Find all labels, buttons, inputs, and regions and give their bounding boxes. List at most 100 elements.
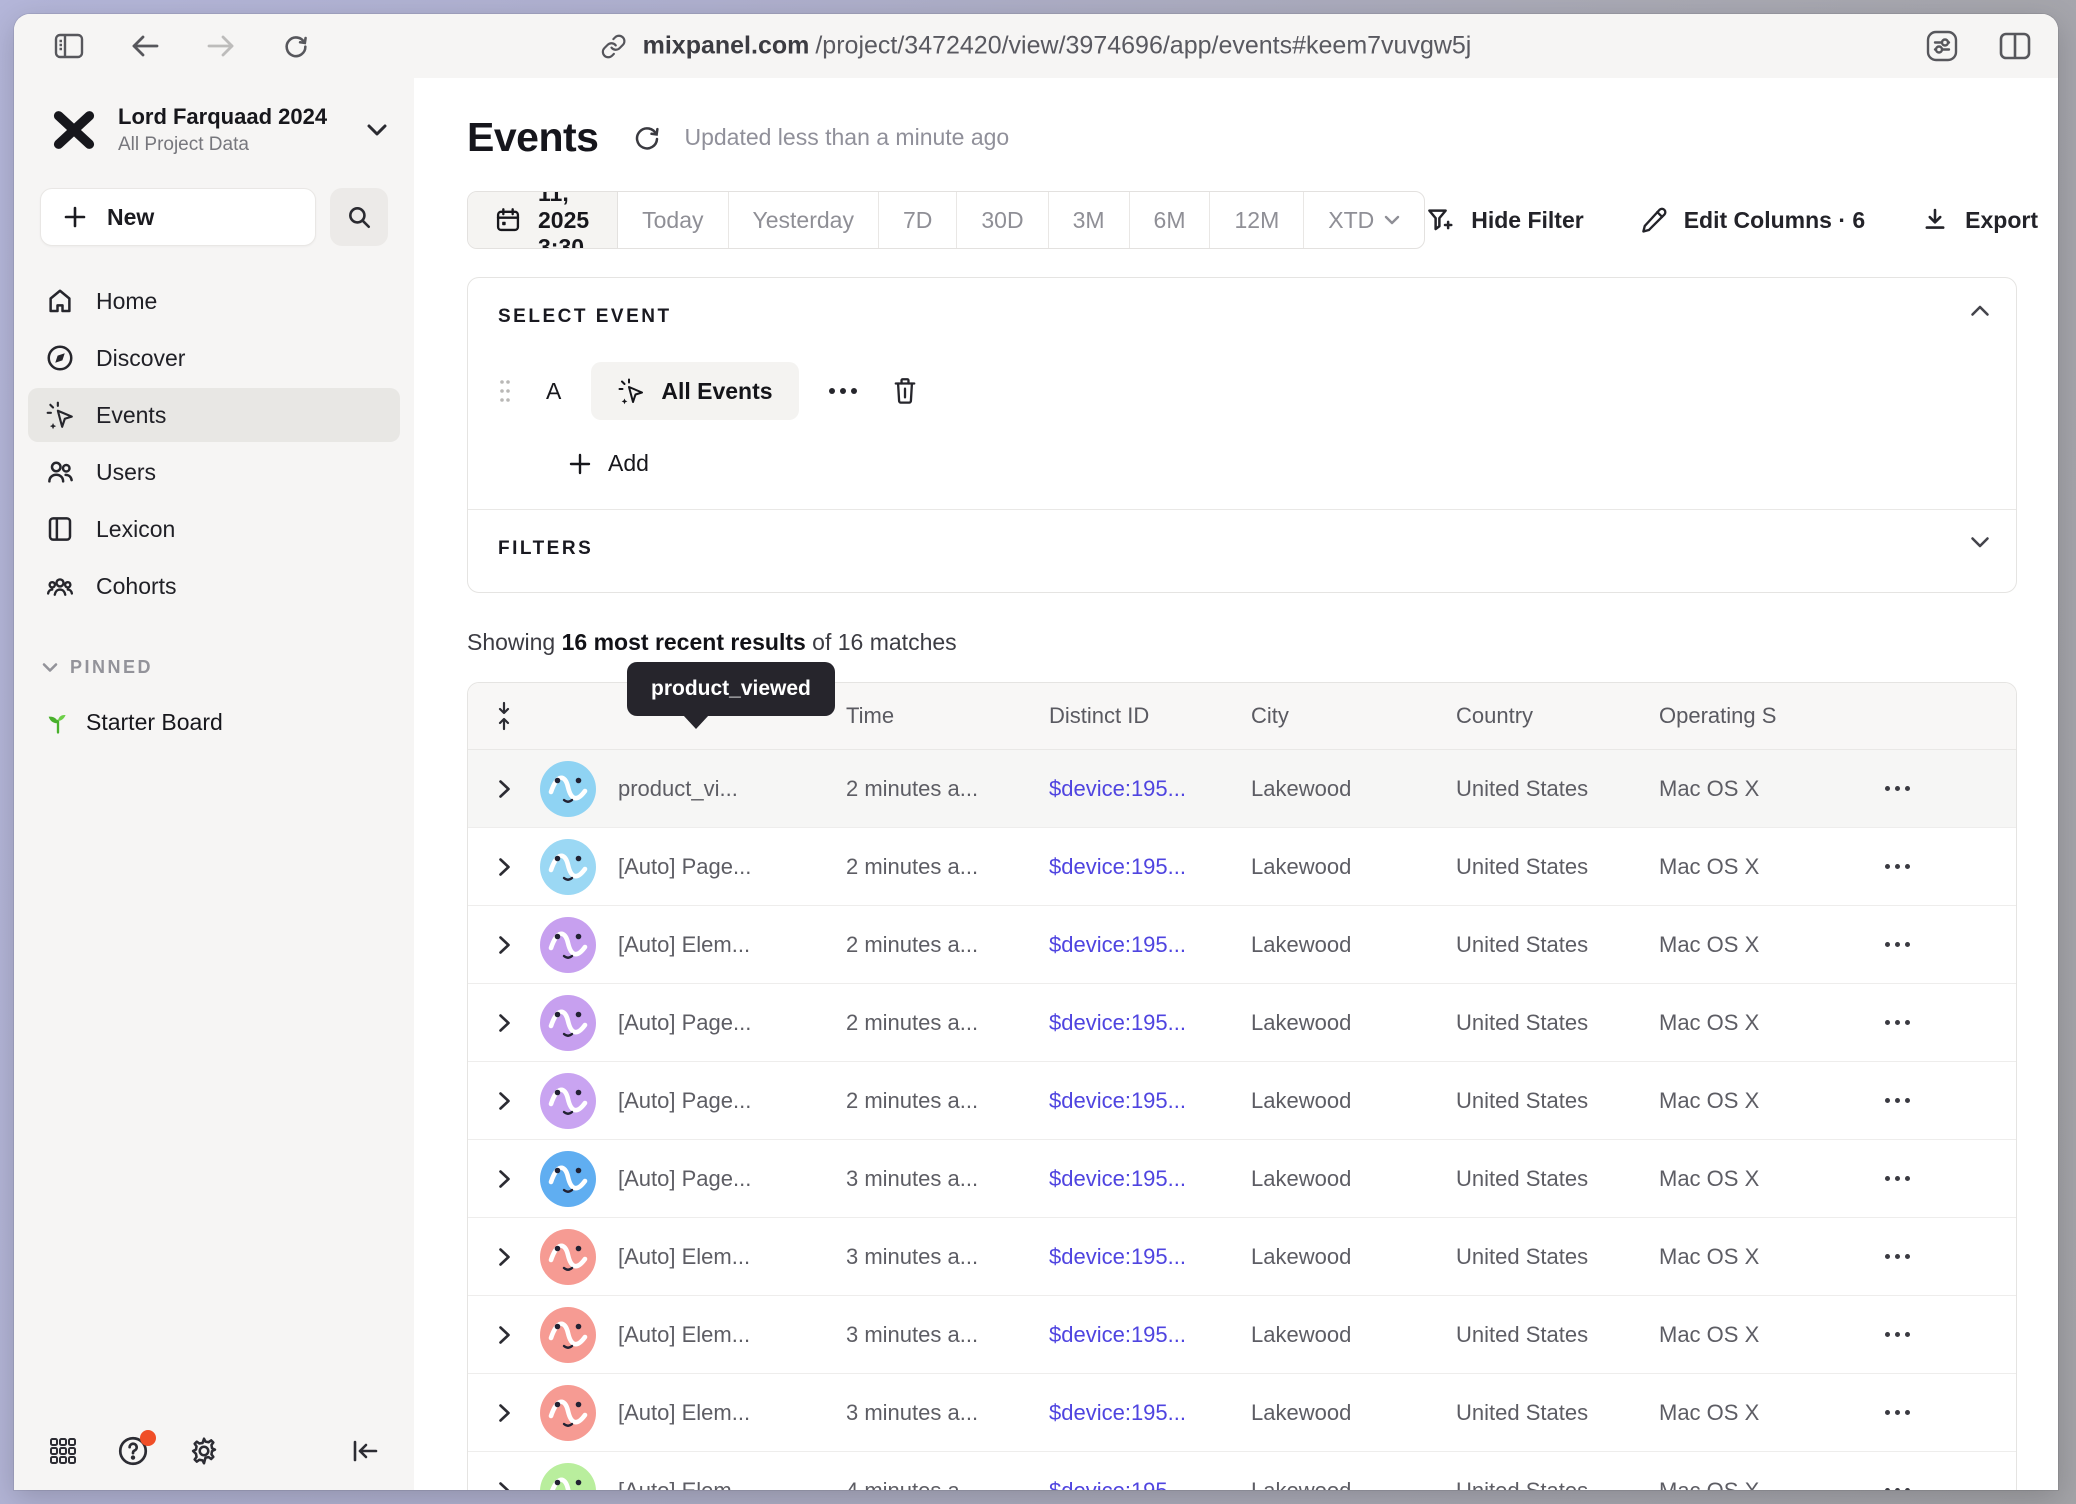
sidebar-item-lexicon[interactable]: Lexicon [28,502,400,556]
expand-row-icon[interactable] [498,1247,511,1267]
event-name[interactable]: [Auto] Page... [618,1010,846,1036]
row-actions-icon[interactable] [1873,1176,2016,1181]
collapse-sidebar-icon[interactable] [350,1438,380,1464]
event-name[interactable]: [Auto] Elem... [618,1400,846,1426]
sidebar-item-home[interactable]: Home [28,274,400,328]
row-actions-icon[interactable] [1873,786,2016,791]
expand-row-icon[interactable] [498,857,511,877]
table-row[interactable]: [Auto] Elem... 2 minutes a... $device:19… [468,906,2016,984]
range-today[interactable]: Today [618,192,728,248]
workspace-switcher[interactable]: Lord Farquaad 2024 All Project Data [14,78,414,166]
event-name[interactable]: [Auto] Page... [618,1088,846,1114]
help-icon[interactable] [116,1434,150,1468]
table-row[interactable]: [Auto] Elem... 3 minutes a... $device:19… [468,1296,2016,1374]
drag-handle-icon[interactable] [498,378,512,404]
row-actions-icon[interactable] [1873,942,2016,947]
new-button[interactable]: New [40,188,316,246]
distinct-id-link[interactable]: $device:195... [1049,932,1251,958]
row-actions-icon[interactable] [1873,1332,2016,1337]
distinct-id-link[interactable]: $device:195... [1049,776,1251,802]
expand-row-icon[interactable] [498,1169,511,1189]
row-actions-icon[interactable] [1873,1488,2016,1490]
forward-icon[interactable] [206,33,236,59]
range-7d[interactable]: 7D [879,192,957,248]
table-row[interactable]: [Auto] Page... 3 minutes a... $device:19… [468,1140,2016,1218]
back-icon[interactable] [130,33,160,59]
settings-gear-icon[interactable] [188,1435,220,1467]
reload-icon[interactable] [282,32,310,60]
date-picker[interactable]: Mar 11, 2025 3:30 pm [468,192,618,248]
row-actions-icon[interactable] [1873,864,2016,869]
table-row[interactable]: [Auto] Elem... 3 minutes a... $device:19… [468,1374,2016,1452]
table-row[interactable]: product_vi... 2 minutes a... $device:195… [468,750,2016,828]
column-header-time[interactable]: Time [846,703,1049,729]
distinct-id-link[interactable]: $device:195... [1049,1166,1251,1192]
table-row[interactable]: [Auto] Page... 2 minutes a... $device:19… [468,984,2016,1062]
column-header-os[interactable]: Operating S [1659,703,1873,729]
expand-row-icon[interactable] [498,935,511,955]
range-3m[interactable]: 3M [1049,192,1130,248]
pinned-section-header[interactable]: PINNED [42,657,414,678]
sidebar-nav: Home Discover Ev [14,274,414,613]
expand-row-icon[interactable] [498,779,511,799]
distinct-id-link[interactable]: $device:195... [1049,1322,1251,1348]
address-bar[interactable]: mixpanel.com/project/3472420/view/397469… [601,32,1472,61]
event-name[interactable]: [Auto] Elem... [618,1478,846,1491]
export-button[interactable]: Export [1921,206,2038,234]
row-actions-icon[interactable] [1873,1410,2016,1415]
column-header-city[interactable]: City [1251,703,1456,729]
range-6m[interactable]: 6M [1130,192,1211,248]
event-name[interactable]: [Auto] Elem... [618,1244,846,1270]
event-selector-chip[interactable]: All Events [591,362,798,420]
browser-sidebar-toggle-icon[interactable] [54,33,84,59]
collapse-section-icon[interactable] [1970,304,1990,317]
search-button[interactable] [330,188,388,246]
expand-row-icon[interactable] [498,1091,511,1111]
event-name[interactable]: [Auto] Page... [618,854,846,880]
range-xtd[interactable]: XTD [1304,192,1424,248]
table-row[interactable]: [Auto] Page... 2 minutes a... $device:19… [468,1062,2016,1140]
split-view-icon[interactable] [1998,31,2032,61]
table-row[interactable]: [Auto] Page... 2 minutes a... $device:19… [468,828,2016,906]
distinct-id-link[interactable]: $device:195... [1049,1010,1251,1036]
column-header-distinct-id[interactable]: Distinct ID [1049,703,1251,729]
distinct-id-link[interactable]: $device:195... [1049,854,1251,880]
expand-row-icon[interactable] [498,1481,511,1491]
event-more-options-icon[interactable] [829,388,857,394]
row-actions-icon[interactable] [1873,1020,2016,1025]
trash-icon[interactable] [891,376,919,406]
expand-row-icon[interactable] [498,1013,511,1033]
sidebar-item-cohorts[interactable]: Cohorts [28,559,400,613]
event-name[interactable]: product_vi... [618,776,846,802]
distinct-id-link[interactable]: $device:195... [1049,1478,1251,1491]
sidebar-item-discover[interactable]: Discover [28,331,400,385]
row-actions-icon[interactable] [1873,1254,2016,1259]
column-header-country[interactable]: Country [1456,703,1659,729]
expand-row-icon[interactable] [498,1325,511,1345]
hide-filter-button[interactable]: Hide Filter [1425,205,1583,235]
distinct-id-link[interactable]: $device:195... [1049,1088,1251,1114]
expand-row-icon[interactable] [498,1403,511,1423]
expand-section-icon[interactable] [1970,536,1990,549]
sidebar-item-users[interactable]: Users [28,445,400,499]
page-settings-icon[interactable] [1924,28,1960,64]
table-row[interactable]: [Auto] Elem... 3 minutes a... $device:19… [468,1218,2016,1296]
row-actions-icon[interactable] [1873,1098,2016,1103]
pinned-item-starter-board[interactable]: Starter Board [14,708,414,736]
event-name[interactable]: [Auto] Elem... [618,932,846,958]
sidebar-item-events[interactable]: Events [28,388,400,442]
distinct-id-link[interactable]: $device:195... [1049,1400,1251,1426]
sort-time-icon[interactable] [495,701,513,731]
apps-grid-icon[interactable] [48,1436,78,1466]
refresh-icon[interactable] [632,123,662,153]
range-yesterday[interactable]: Yesterday [729,192,879,248]
edit-columns-button[interactable]: Edit Columns · 6 [1640,206,1865,234]
distinct-id-link[interactable]: $device:195... [1049,1244,1251,1270]
event-name[interactable]: [Auto] Page... [618,1166,846,1192]
range-12m[interactable]: 12M [1210,192,1304,248]
add-event-button[interactable]: Add [568,450,1986,477]
hide-filter-label: Hide Filter [1471,207,1583,234]
table-row[interactable]: [Auto] Elem... 4 minutes a... $device:19… [468,1452,2016,1490]
range-30d[interactable]: 30D [957,192,1048,248]
event-name[interactable]: [Auto] Elem... [618,1322,846,1348]
